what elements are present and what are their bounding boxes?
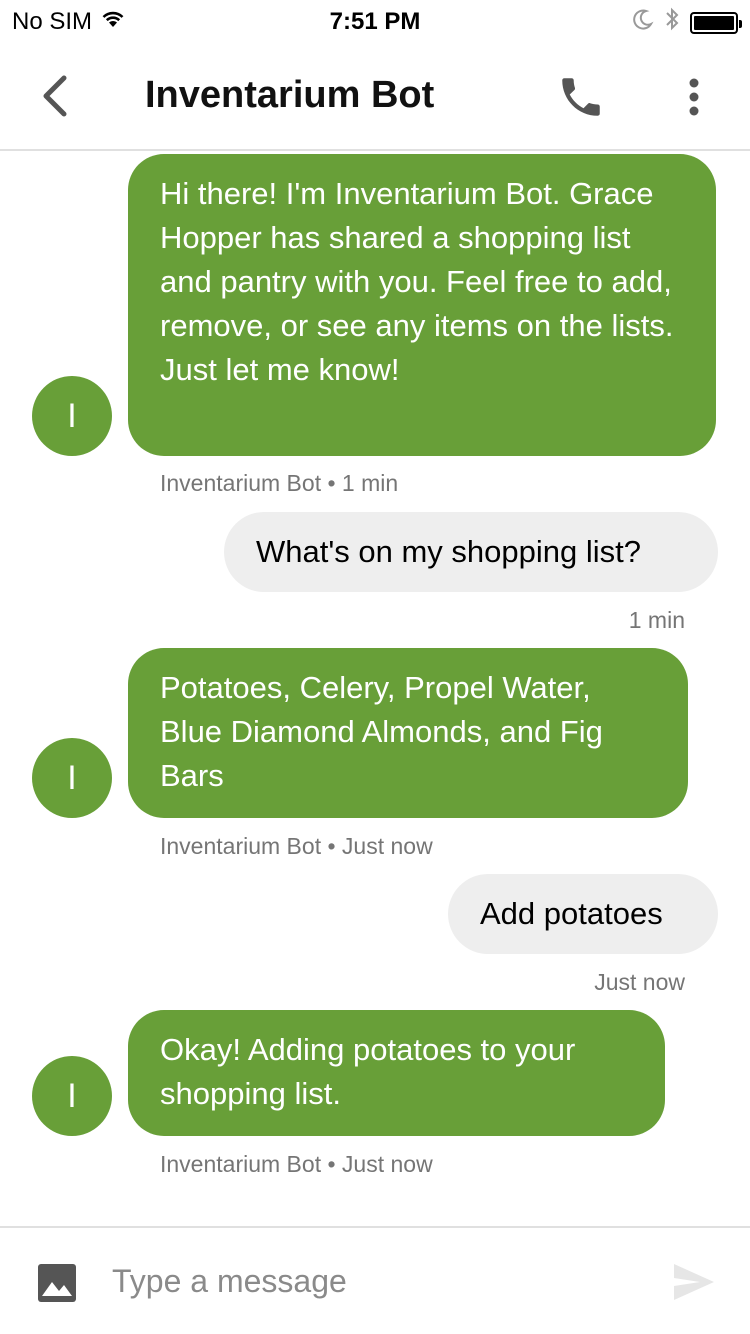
bot-avatar: I: [32, 1056, 112, 1136]
bot-avatar: I: [32, 376, 112, 456]
battery-icon: [690, 11, 742, 34]
bot-message-bubble: Potatoes, Celery, Propel Water, Blue Dia…: [128, 648, 688, 818]
attach-image-button[interactable]: [38, 1264, 76, 1302]
send-icon: [674, 1264, 714, 1300]
call-button[interactable]: [556, 72, 606, 122]
bot-message-bubble: Hi there! I'm Inventarium Bot. Grace Hop…: [128, 154, 716, 456]
more-vertical-icon: [689, 78, 699, 116]
message-meta: Inventarium Bot • 1 min: [160, 470, 399, 496]
phone-icon: [562, 78, 600, 116]
chat-title: Inventarium Bot: [145, 74, 435, 116]
image-icon: [38, 1264, 76, 1302]
chat-screen: No SIM 7:51 PM Inventarium Bot I Hi ther…: [0, 0, 750, 1334]
user-message-bubble: What's on my shopping list?: [224, 512, 718, 592]
bot-message-bubble: Okay! Adding potatoes to your shopping l…: [128, 1010, 665, 1136]
message-input[interactable]: [112, 1252, 632, 1310]
moon-icon: [632, 8, 654, 37]
chat-header: Inventarium Bot: [0, 40, 750, 151]
status-right: [632, 6, 742, 39]
user-message-bubble: Add potatoes: [448, 874, 718, 954]
more-options-button[interactable]: [672, 70, 716, 124]
message-meta: Inventarium Bot • Just now: [160, 1151, 433, 1177]
back-button[interactable]: [30, 68, 80, 124]
send-button[interactable]: [670, 1260, 718, 1304]
message-meta: Inventarium Bot • Just now: [160, 833, 433, 859]
message-meta: 1 min: [628, 607, 685, 633]
status-bar: No SIM 7:51 PM: [0, 0, 750, 40]
bot-avatar: I: [32, 738, 112, 818]
bluetooth-icon: [664, 6, 680, 39]
message-meta: Just now: [594, 969, 685, 995]
message-composer: [0, 1226, 750, 1334]
back-icon: [43, 75, 67, 117]
